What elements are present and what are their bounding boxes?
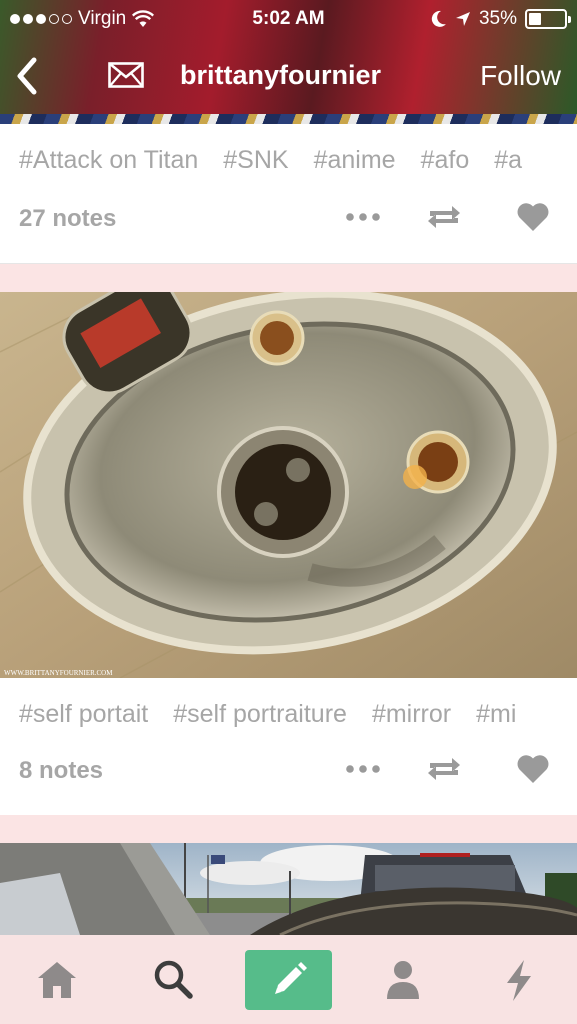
tag[interactable]: #self portraiture	[173, 700, 347, 736]
reblog-icon[interactable]	[426, 202, 462, 232]
notes-count[interactable]: 8 notes	[19, 757, 103, 785]
post-photo[interactable]	[0, 843, 577, 935]
blog-name[interactable]: brittanyfournier	[180, 60, 381, 91]
tag-list: #self portait #self portraiture #mirror …	[19, 700, 577, 736]
back-chevron-icon[interactable]	[10, 54, 46, 98]
home-icon[interactable]	[32, 955, 82, 1005]
heart-icon[interactable]	[516, 754, 550, 784]
more-options-icon[interactable]	[346, 764, 380, 774]
tag[interactable]: #self portait	[19, 700, 148, 736]
person-icon[interactable]	[378, 955, 428, 1005]
tag[interactable]: #anime	[314, 146, 396, 182]
notes-count[interactable]: 27 notes	[19, 205, 116, 233]
navigation-bar: brittanyfournier Follow	[0, 50, 577, 104]
reblog-icon[interactable]	[426, 754, 462, 784]
search-icon[interactable]	[148, 955, 198, 1005]
tag[interactable]: #SNK	[223, 146, 288, 182]
tag[interactable]: #afo	[421, 146, 470, 182]
heart-icon[interactable]	[516, 202, 550, 232]
drinks-on-tray-photo: WWW.BRITTANYFOURNIER.COM	[0, 292, 577, 678]
car-dashboard-photo	[0, 843, 577, 935]
battery-percentage: 35%	[478, 8, 517, 29]
header-image-strip	[0, 114, 577, 124]
post-card: #Attack on Titan #SNK #anime #afo #a 27 …	[0, 124, 577, 264]
follow-button[interactable]: Follow	[480, 60, 561, 92]
photo-watermark: WWW.BRITTANYFOURNIER.COM	[4, 669, 113, 677]
mail-icon[interactable]	[108, 62, 144, 88]
compose-button[interactable]	[245, 950, 332, 1010]
card-divider	[0, 263, 577, 264]
battery-icon	[525, 9, 571, 29]
status-bar: Virgin 5:02 AM 35%	[0, 0, 577, 38]
lightning-icon[interactable]	[494, 955, 544, 1005]
tag-list: #Attack on Titan #SNK #anime #afo #a	[19, 146, 577, 182]
pencil-icon	[275, 962, 307, 994]
tag[interactable]: #a	[494, 146, 522, 182]
tag[interactable]: #mi	[476, 700, 516, 736]
tag[interactable]: #mirror	[372, 700, 451, 736]
tag[interactable]: #Attack on Titan	[19, 146, 198, 182]
moon-icon	[431, 10, 446, 27]
blog-header: Virgin 5:02 AM 35% brittanyfournier Foll…	[0, 0, 577, 124]
post-card: #self portait #self portraiture #mirror …	[0, 678, 577, 815]
location-arrow-icon	[455, 12, 470, 26]
post-photo[interactable]: WWW.BRITTANYFOURNIER.COM	[0, 292, 577, 678]
more-options-icon[interactable]	[346, 212, 380, 222]
tab-bar	[0, 935, 577, 1024]
